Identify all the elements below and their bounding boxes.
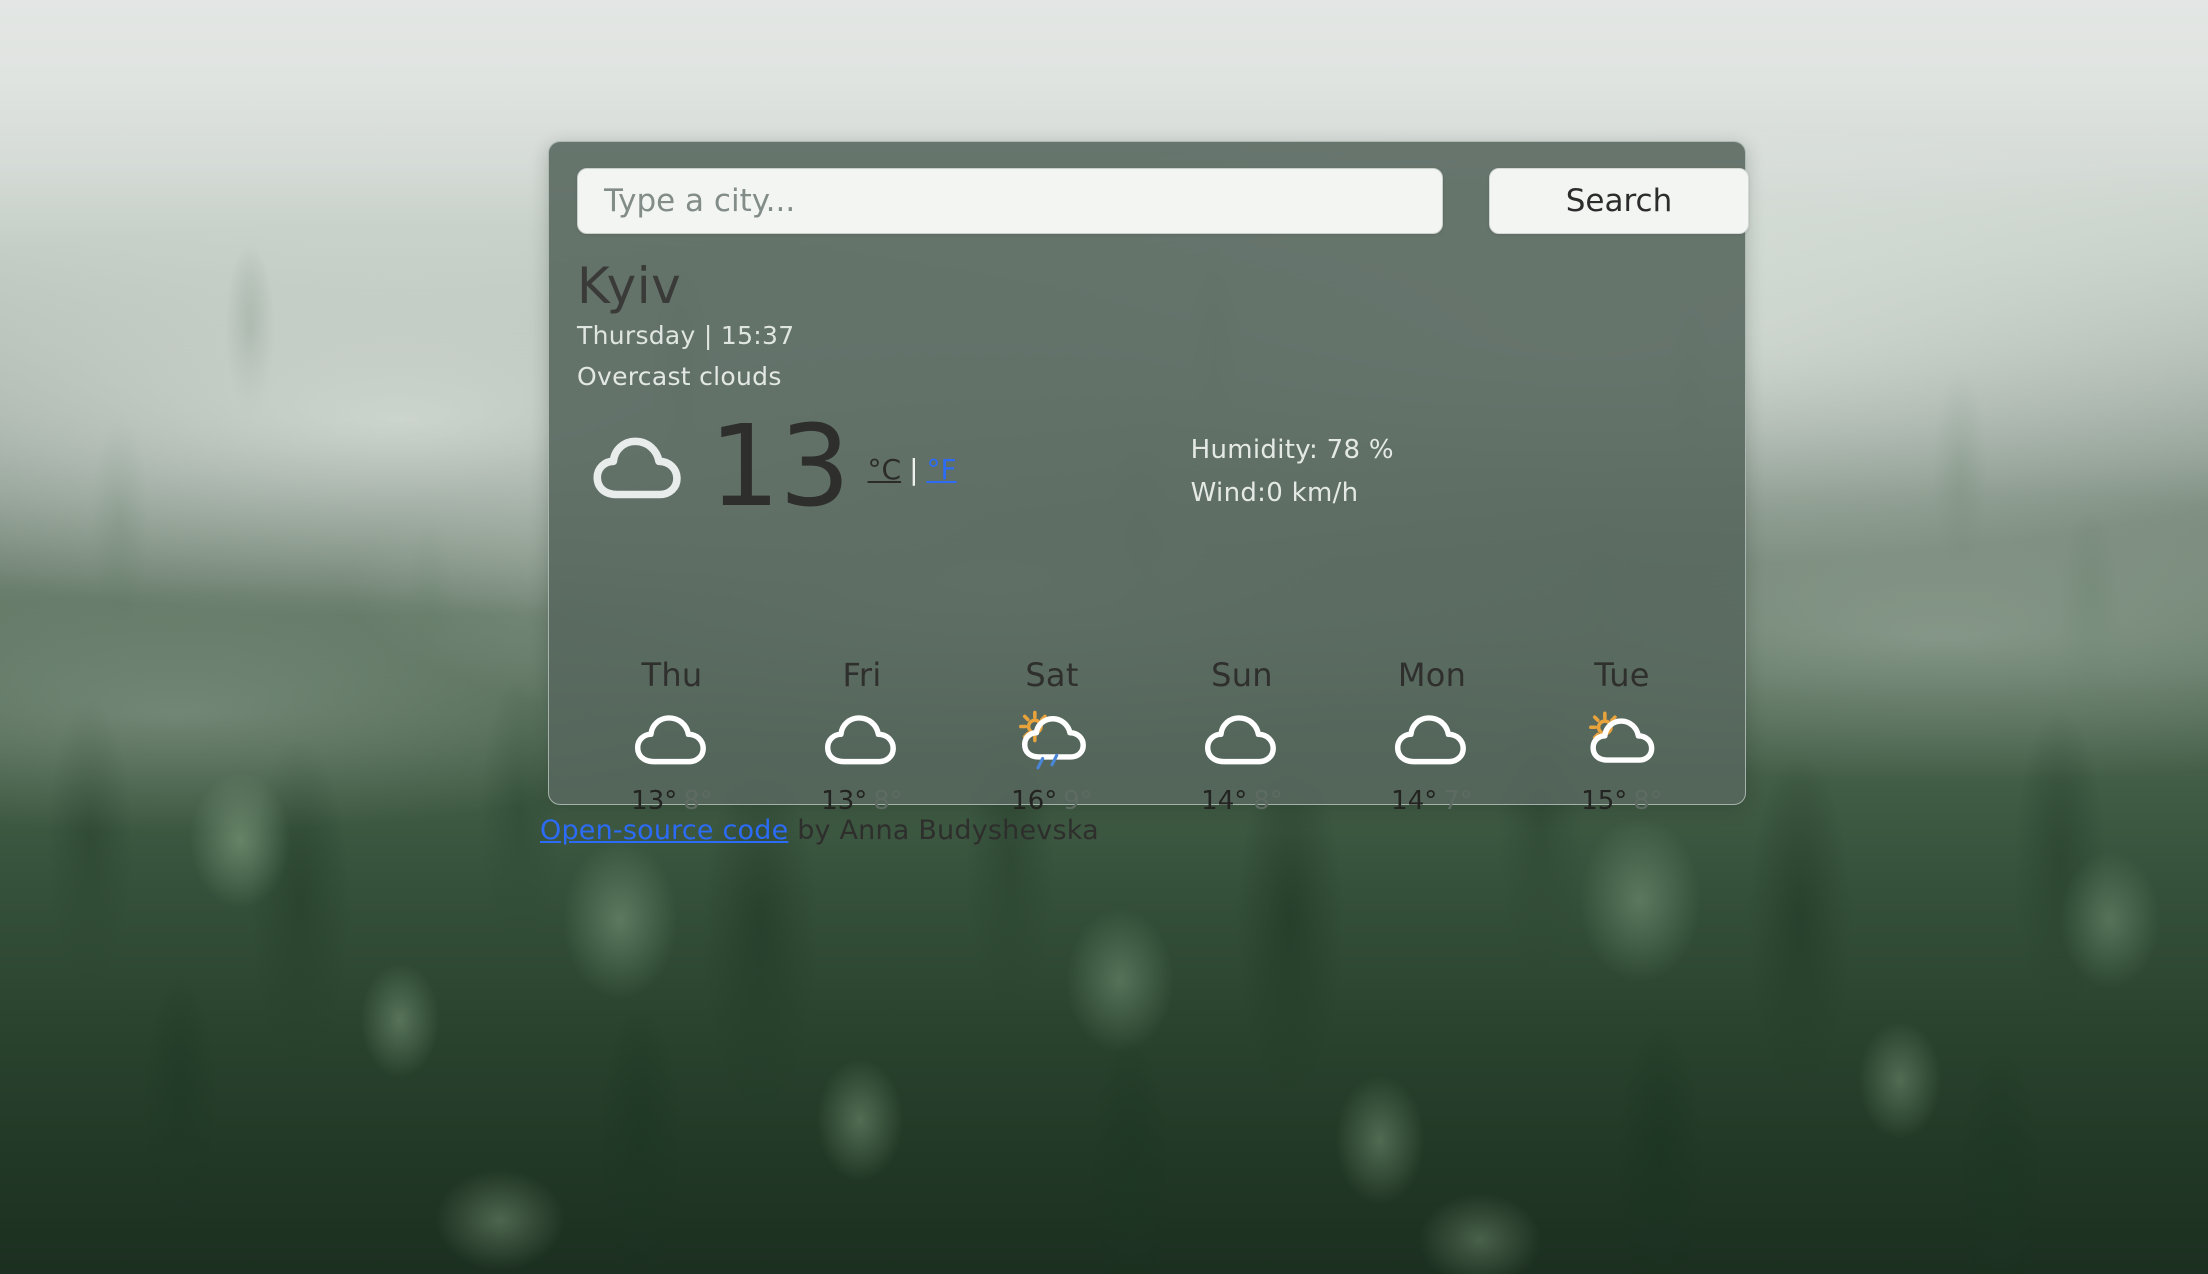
metrics-block: Humidity: 78 % Wind:0 km/h [1191, 429, 1394, 515]
forecast-day-label: Thu [641, 656, 703, 694]
current-temperature: 13 [709, 402, 851, 532]
weather-description: Overcast clouds [577, 362, 782, 391]
unit-separator: | [909, 452, 919, 486]
forecast-temps: 13° 8° [631, 786, 713, 816]
wind-value: Wind:0 km/h [1190, 478, 1359, 509]
forecast-max-temp: 13° [631, 786, 678, 816]
forecast-day-sat: Sat 16° 9° [957, 656, 1147, 816]
unit-toggle: °C | °F [868, 453, 957, 486]
forecast-day-tue: Tue 15° 8° [1527, 656, 1717, 816]
cloud-icon [1394, 715, 1466, 765]
forecast-min-temp: 8° [1633, 786, 1663, 816]
forecast-min-temp: 8° [683, 786, 713, 816]
date-time-label: Thursday | 15:37 [577, 321, 795, 350]
forecast-max-temp: 14° [1391, 786, 1438, 816]
humidity-value: Humidity: 78 % [1190, 435, 1394, 465]
forecast-min-temp: 7° [1443, 786, 1473, 816]
forecast-temps: 14° 8° [1201, 786, 1283, 816]
open-source-link[interactable]: Open-source code [540, 815, 788, 846]
forecast-day-label: Sat [1025, 656, 1079, 694]
forecast-max-temp: 15° [1581, 786, 1628, 816]
forecast-day-mon: Mon 14° 7° [1337, 656, 1527, 816]
current-conditions: Kyiv Thursday | 15:37 Overcast clouds 13… [577, 257, 1717, 524]
forecast-day-thu: Thu 13° 8° [577, 656, 767, 816]
forecast-temps: 14° 7° [1391, 786, 1473, 816]
search-row: Search [577, 168, 1749, 234]
forecast-min-temp: 9° [1063, 786, 1093, 816]
forecast-day-label: Sun [1211, 656, 1273, 694]
readout-row: 13 °C | °F Humidity: 78 % Wind:0 km/h [577, 411, 1717, 523]
search-input[interactable] [577, 168, 1443, 234]
sun-cloud-rain-icon [1019, 710, 1086, 770]
forecast-max-temp: 13° [821, 786, 868, 816]
cloud-icon [1204, 715, 1276, 765]
forecast-max-temp: 14° [1201, 786, 1248, 816]
sun-cloud-icon [1589, 711, 1655, 763]
cloud-icon [824, 715, 896, 765]
forecast-day-label: Mon [1397, 656, 1467, 694]
celsius-toggle[interactable]: °C [868, 453, 902, 486]
forecast-day-sun: Sun 14° 8° [1147, 656, 1337, 816]
app-stage: Search Kyiv Thursday | 15:37 Overcast cl… [0, 0, 2208, 1274]
forecast-temps: 16° 9° [1011, 786, 1093, 816]
forecast-day-fri: Fri 13° 8° [767, 656, 957, 816]
credit-author: by Anna Budyshevska [788, 815, 1099, 846]
forecast-min-temp: 8° [873, 786, 903, 816]
forecast-temps: 15° 8° [1581, 786, 1663, 816]
forecast-temps: 13° 8° [821, 786, 903, 816]
cloud-icon [1590, 718, 1655, 763]
forecast-row: Thu 13° 8° Fri 13° 8° Sat 16° 9° Sun 14°… [577, 656, 1717, 816]
forecast-day-label: Tue [1594, 656, 1650, 694]
fahrenheit-toggle[interactable]: °F [927, 453, 957, 486]
cloud-icon [593, 437, 681, 499]
forecast-min-temp: 8° [1253, 786, 1283, 816]
forecast-day-label: Fri [842, 656, 882, 694]
temperature-block: 13 °C | °F [591, 411, 957, 523]
search-button[interactable]: Search [1489, 168, 1749, 234]
forecast-max-temp: 16° [1011, 786, 1058, 816]
cloud-icon [634, 715, 706, 765]
city-name: Kyiv [577, 257, 682, 315]
credit-footer: Open-source code by Anna Budyshevska [540, 815, 1099, 846]
weather-card: Search Kyiv Thursday | 15:37 Overcast cl… [548, 141, 1749, 816]
